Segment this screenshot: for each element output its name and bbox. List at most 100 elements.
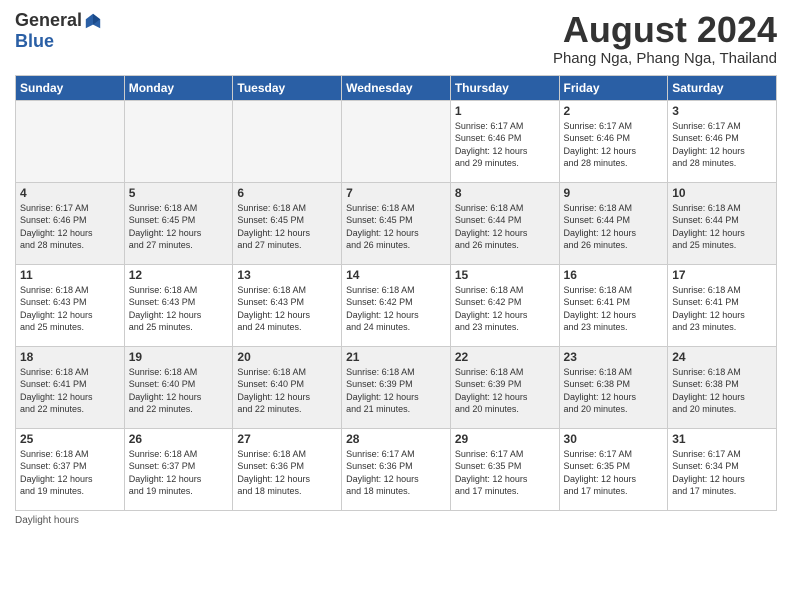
logo-general-text: General [15,10,82,31]
calendar-cell: 25 Sunrise: 6:18 AM Sunset: 6:37 PM Dayli… [16,428,125,510]
calendar-cell: 13Sunrise: 6:18 AM Sunset: 6:43 PM Dayli… [233,264,342,346]
calendar-row-3: 11 Sunrise: 6:18 AM Sunset: 6:43 PM Dayli… [16,264,777,346]
day-number: 29 [455,432,555,446]
day-info: Sunrise: 6:18 AM Sunset: 6:39 PM Dayligh… [346,366,446,416]
day-info: Sunrise: 6:18 AM Sunset: 6:44 PM Dayligh… [455,202,555,252]
day-info: Sunrise: 6:18 AM Sunset: 6:38 PM Dayligh… [564,366,664,416]
day-number: 14 [346,268,446,282]
day-info: Sunrise: 6:18 AM Sunset: 6:43 PM Dayligh… [237,284,337,334]
day-number: 7 [346,186,446,200]
calendar-cell: 3 Sunrise: 6:17 AM Sunset: 6:46 PM Daylig… [668,100,777,182]
day-number: 25 [20,432,120,446]
calendar-cell: 31Sunrise: 6:17 AM Sunset: 6:34 PM Dayli… [668,428,777,510]
calendar-cell: 26 Sunrise: 6:18 AM Sunset: 6:37 PM Dayli… [124,428,233,510]
calendar-cell: 28Sunrise: 6:17 AM Sunset: 6:36 PM Dayli… [342,428,451,510]
calendar-cell: 5Sunrise: 6:18 AM Sunset: 6:45 PM Daylig… [124,182,233,264]
calendar-cell [342,100,451,182]
calendar-cell: 4 Sunrise: 6:17 AM Sunset: 6:46 PM Daylig… [16,182,125,264]
day-number: 4 [20,186,120,200]
calendar-cell: 24Sunrise: 6:18 AM Sunset: 6:38 PM Dayli… [668,346,777,428]
calendar-cell: 8 Sunrise: 6:18 AM Sunset: 6:44 PM Daylig… [450,182,559,264]
day-number: 11 [20,268,120,282]
month-title: August 2024 [553,10,777,50]
day-info: Sunrise: 6:18 AM Sunset: 6:37 PM Dayligh… [129,448,229,498]
day-number: 15 [455,268,555,282]
calendar-cell: 11 Sunrise: 6:18 AM Sunset: 6:43 PM Dayli… [16,264,125,346]
day-info: Sunrise: 6:18 AM Sunset: 6:45 PM Dayligh… [237,202,337,252]
title-section: August 2024 Phang Nga, Phang Nga, Thaila… [553,10,777,67]
day-number: 3 [672,104,772,118]
calendar-row-1: 1 Sunrise: 6:17 AM Sunset: 6:46 PM Daylig… [16,100,777,182]
day-info: Sunrise: 6:17 AM Sunset: 6:46 PM Dayligh… [564,120,664,170]
col-thursday: Thursday [450,75,559,100]
day-number: 8 [455,186,555,200]
day-info: Sunrise: 6:18 AM Sunset: 6:41 PM Dayligh… [20,366,120,416]
day-info: Sunrise: 6:18 AM Sunset: 6:44 PM Dayligh… [672,202,772,252]
calendar-cell: 10 Sunrise: 6:18 AM Sunset: 6:44 PM Dayli… [668,182,777,264]
calendar-cell: 17Sunrise: 6:18 AM Sunset: 6:41 PM Dayli… [668,264,777,346]
day-number: 28 [346,432,446,446]
calendar-cell: 12 Sunrise: 6:18 AM Sunset: 6:43 PM Dayli… [124,264,233,346]
day-number: 19 [129,350,229,364]
calendar-cell: 6 Sunrise: 6:18 AM Sunset: 6:45 PM Daylig… [233,182,342,264]
calendar-cell: 1Sunrise: 6:17 AM Sunset: 6:46 PM Daylig… [450,100,559,182]
calendar-cell: 9Sunrise: 6:18 AM Sunset: 6:44 PM Daylig… [559,182,668,264]
calendar-cell: 27 Sunrise: 6:18 AM Sunset: 6:36 PM Dayli… [233,428,342,510]
calendar-cell: 21 Sunrise: 6:18 AM Sunset: 6:39 PM Dayli… [342,346,451,428]
day-info: Sunrise: 6:18 AM Sunset: 6:38 PM Dayligh… [672,366,772,416]
day-info: Sunrise: 6:18 AM Sunset: 6:43 PM Dayligh… [129,284,229,334]
header-row: Sunday Monday Tuesday Wednesday Thursday… [16,75,777,100]
calendar-cell: 16 Sunrise: 6:18 AM Sunset: 6:41 PM Dayli… [559,264,668,346]
calendar-cell [124,100,233,182]
day-number: 26 [129,432,229,446]
day-info: Sunrise: 6:18 AM Sunset: 6:43 PM Dayligh… [20,284,120,334]
calendar-cell: 15Sunrise: 6:18 AM Sunset: 6:42 PM Dayli… [450,264,559,346]
day-info: Sunrise: 6:17 AM Sunset: 6:46 PM Dayligh… [672,120,772,170]
day-number: 2 [564,104,664,118]
day-info: Sunrise: 6:18 AM Sunset: 6:41 PM Dayligh… [564,284,664,334]
day-number: 12 [129,268,229,282]
day-number: 20 [237,350,337,364]
col-friday: Friday [559,75,668,100]
col-sunday: Sunday [16,75,125,100]
calendar-row-2: 4 Sunrise: 6:17 AM Sunset: 6:46 PM Daylig… [16,182,777,264]
day-number: 31 [672,432,772,446]
calendar-cell: 22 Sunrise: 6:18 AM Sunset: 6:39 PM Dayli… [450,346,559,428]
day-number: 16 [564,268,664,282]
day-number: 30 [564,432,664,446]
calendar-cell: 30Sunrise: 6:17 AM Sunset: 6:35 PM Dayli… [559,428,668,510]
day-number: 6 [237,186,337,200]
footer-note: Daylight hours [15,515,777,526]
calendar-cell: 20Sunrise: 6:18 AM Sunset: 6:40 PM Dayli… [233,346,342,428]
day-info: Sunrise: 6:18 AM Sunset: 6:37 PM Dayligh… [20,448,120,498]
day-info: Sunrise: 6:18 AM Sunset: 6:42 PM Dayligh… [346,284,446,334]
day-info: Sunrise: 6:18 AM Sunset: 6:36 PM Dayligh… [237,448,337,498]
logo-icon [84,12,102,30]
page-container: General Blue August 2024 Phang Nga, Phan… [0,0,792,531]
day-number: 10 [672,186,772,200]
logo: General Blue [15,10,102,52]
location: Phang Nga, Phang Nga, Thailand [553,50,777,67]
calendar-cell: 23 Sunrise: 6:18 AM Sunset: 6:38 PM Dayli… [559,346,668,428]
day-info: Sunrise: 6:18 AM Sunset: 6:41 PM Dayligh… [672,284,772,334]
day-number: 27 [237,432,337,446]
day-info: Sunrise: 6:18 AM Sunset: 6:45 PM Dayligh… [129,202,229,252]
col-tuesday: Tuesday [233,75,342,100]
day-number: 18 [20,350,120,364]
day-number: 9 [564,186,664,200]
col-monday: Monday [124,75,233,100]
day-number: 22 [455,350,555,364]
calendar-cell [16,100,125,182]
day-number: 21 [346,350,446,364]
calendar-cell: 2 Sunrise: 6:17 AM Sunset: 6:46 PM Daylig… [559,100,668,182]
day-info: Sunrise: 6:18 AM Sunset: 6:39 PM Dayligh… [455,366,555,416]
day-number: 1 [455,104,555,118]
calendar-cell: 18 Sunrise: 6:18 AM Sunset: 6:41 PM Dayli… [16,346,125,428]
header: General Blue August 2024 Phang Nga, Phan… [15,10,777,67]
day-info: Sunrise: 6:18 AM Sunset: 6:40 PM Dayligh… [129,366,229,416]
day-info: Sunrise: 6:17 AM Sunset: 6:46 PM Dayligh… [20,202,120,252]
day-info: Sunrise: 6:17 AM Sunset: 6:35 PM Dayligh… [455,448,555,498]
calendar-cell: 19 Sunrise: 6:18 AM Sunset: 6:40 PM Dayli… [124,346,233,428]
day-info: Sunrise: 6:18 AM Sunset: 6:45 PM Dayligh… [346,202,446,252]
day-number: 23 [564,350,664,364]
